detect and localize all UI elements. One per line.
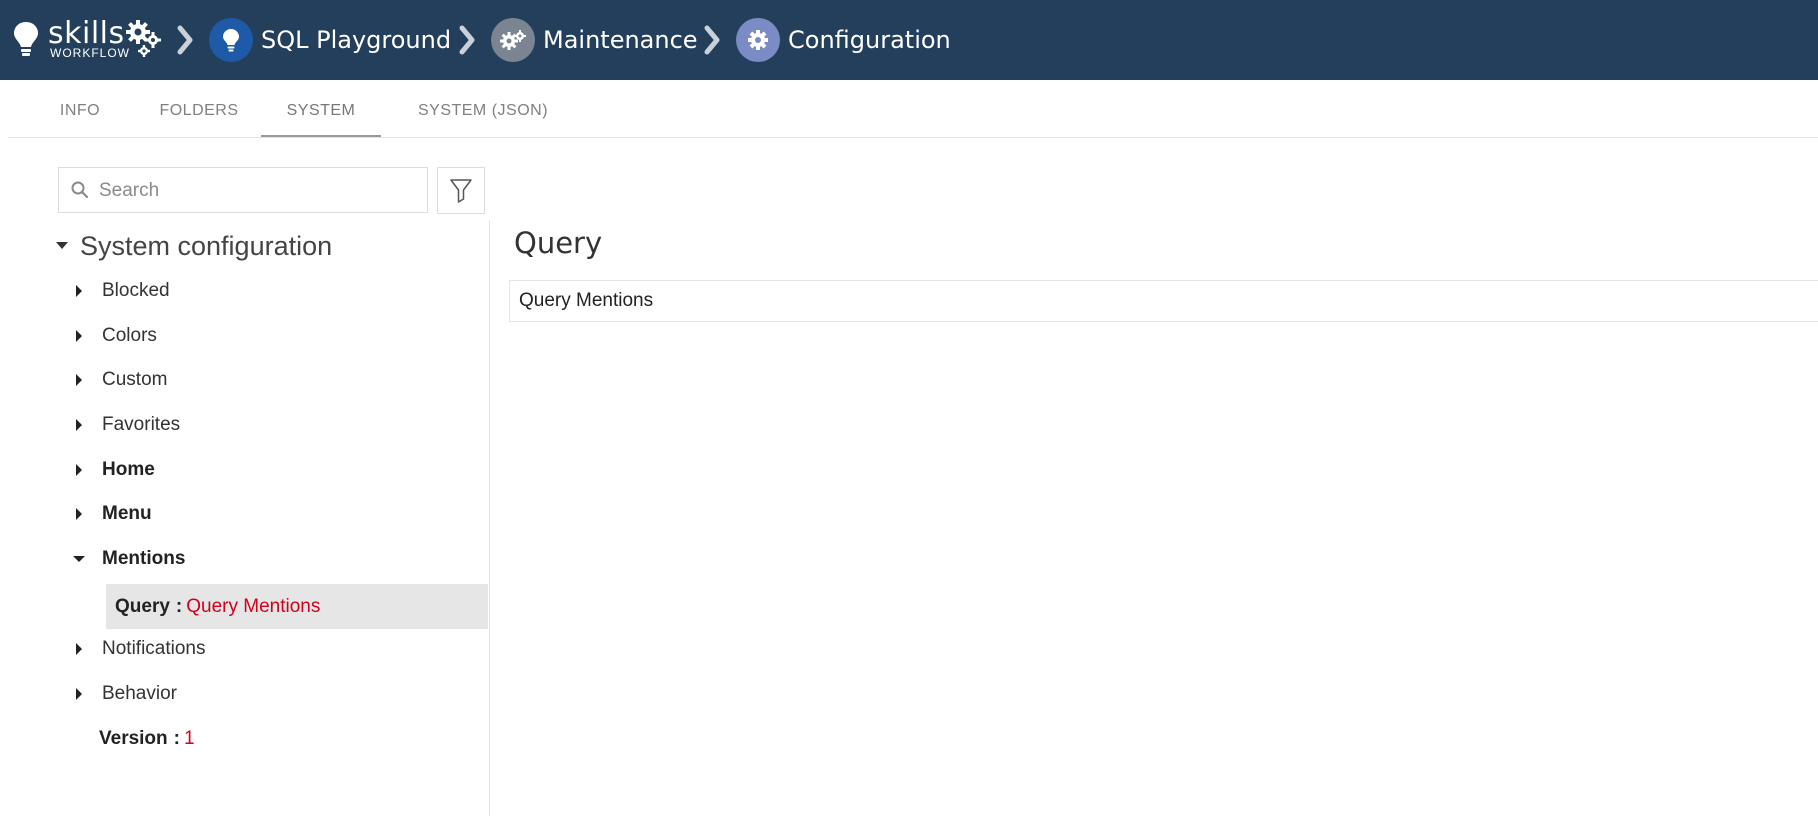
caret-right-icon [72, 329, 86, 343]
tree-item-label: Notifications [102, 638, 206, 659]
tree-root-label: System configuration [80, 230, 333, 261]
breadcrumb-sql-playground[interactable]: SQL Playground [209, 18, 451, 62]
caret-down-icon [56, 242, 68, 249]
breadcrumb-chevron-icon [704, 25, 720, 55]
tree-item-menu[interactable]: Menu [72, 499, 152, 529]
app-header: skills WORKFLOW SQL Playground Maintenan… [0, 0, 1818, 80]
tree-item-label: Colors [102, 325, 157, 346]
tree-item-mentions[interactable]: Mentions [72, 544, 185, 574]
leaf-value: 1 [183, 728, 195, 749]
search-input[interactable] [97, 174, 421, 208]
filter-funnel-icon [450, 178, 472, 203]
tree-item-home[interactable]: Home [72, 455, 155, 485]
caret-down-icon [72, 552, 86, 566]
tree-item-label: Custom [102, 369, 168, 390]
tree-root-system-configuration[interactable]: System configuration [54, 228, 332, 264]
breadcrumb-chevron-icon [459, 25, 475, 55]
tab-system[interactable]: SYSTEM [261, 80, 381, 137]
gears-icon [491, 18, 535, 62]
logo-subtitle: WORKFLOW [50, 46, 130, 60]
caret-right-icon [72, 463, 86, 477]
search-box [58, 167, 428, 213]
tree-item-label: Home [102, 459, 155, 480]
breadcrumb-label: Maintenance [543, 26, 698, 54]
search-icon [71, 181, 89, 199]
breadcrumb-label: SQL Playground [261, 26, 452, 54]
detail-title: Query [514, 226, 603, 260]
tree-item-favorites[interactable]: Favorites [72, 410, 180, 440]
caret-right-icon [72, 284, 86, 298]
leaf-separator: : [175, 595, 183, 617]
breadcrumb-chevron-icon [177, 25, 193, 55]
tree-item-colors[interactable]: Colors [72, 321, 157, 351]
tab-folders[interactable]: FOLDERS [140, 80, 258, 136]
bulb-icon [209, 18, 253, 62]
tree-item-label: Favorites [102, 414, 181, 435]
skills-workflow-logo[interactable]: skills WORKFLOW [12, 16, 162, 62]
caret-right-icon [72, 507, 86, 521]
panel-divider [489, 220, 490, 816]
detail-value-field[interactable]: Query Mentions [509, 280, 1818, 322]
tab-info[interactable]: INFO [30, 80, 130, 136]
tab-system-json[interactable]: SYSTEM (JSON) [398, 80, 568, 136]
caret-right-icon [72, 687, 86, 701]
tree-item-label: Menu [102, 503, 152, 524]
gear-icon [736, 18, 780, 62]
tree-item-label: Blocked [102, 280, 170, 301]
tree-item-behavior[interactable]: Behavior [72, 679, 177, 709]
caret-right-icon [72, 642, 86, 656]
tree-leaf-version[interactable]: Version : 1 [99, 724, 195, 754]
caret-right-icon [72, 418, 86, 432]
tree-leaf-query-selected[interactable]: Query : Query Mentions [106, 584, 488, 629]
breadcrumb-configuration[interactable]: Configuration [736, 18, 951, 62]
leaf-separator: : [173, 728, 180, 749]
leaf-key: Query [115, 595, 170, 617]
caret-right-icon [72, 373, 86, 387]
lightbulb-logo-icon [14, 22, 38, 56]
leaf-key: Version [99, 728, 168, 749]
tab-bar: INFO FOLDERS SYSTEM SYSTEM (JSON) [8, 80, 1818, 138]
tree-item-label: Behavior [102, 683, 177, 704]
tree-item-custom[interactable]: Custom [72, 365, 167, 395]
tree-item-blocked[interactable]: Blocked [72, 276, 170, 306]
leaf-value: Query Mentions [186, 595, 321, 617]
breadcrumb-maintenance[interactable]: Maintenance [491, 18, 698, 62]
gears-logo-icon [126, 20, 161, 57]
tree-item-label: Mentions [102, 548, 186, 569]
tree-item-notifications[interactable]: Notifications [72, 634, 206, 664]
breadcrumb-label: Configuration [788, 26, 951, 54]
filter-button[interactable] [437, 167, 485, 214]
